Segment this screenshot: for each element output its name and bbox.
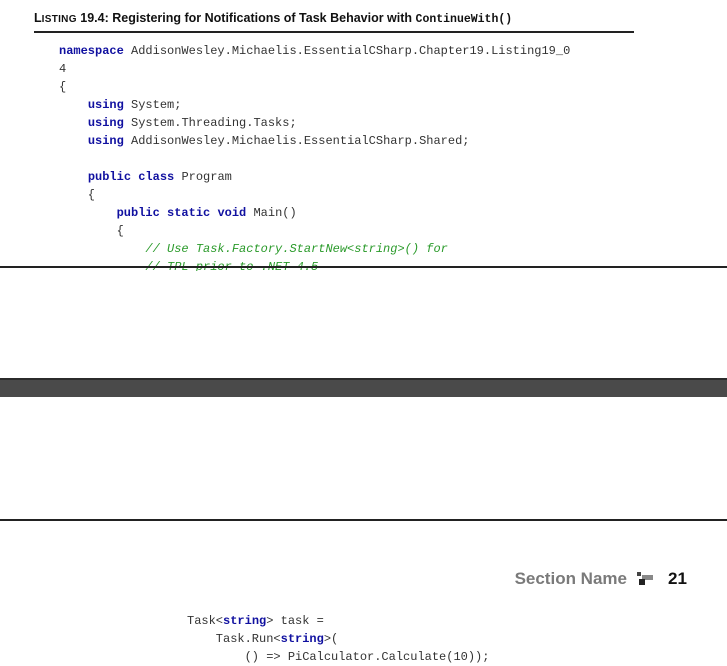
code-text: System; [123, 98, 182, 112]
code-line: public class Program [59, 168, 570, 186]
code-keyword: class [138, 170, 175, 184]
page-gap-band [0, 378, 727, 397]
code-text: () => PiCalculator.Calculate(10)); [187, 650, 490, 664]
code-line: { [59, 186, 570, 204]
code-line: 4 [59, 60, 570, 78]
code-keyword: using [87, 116, 124, 130]
code-text: > task = [266, 614, 324, 628]
code-top-clip: namespace AddisonWesley.Michaelis.Essent… [0, 0, 727, 271]
code-line: using System; [59, 96, 570, 114]
code-text: 4 [59, 62, 67, 76]
code-text: Task< [187, 614, 224, 628]
running-header-section-name: Section Name [514, 569, 627, 588]
code-line: // Use Task.Factory.StartNew<string>() f… [59, 240, 570, 258]
code-keyword: namespace [59, 44, 124, 58]
code-keyword: string [223, 614, 267, 628]
code-keyword: using [87, 98, 124, 112]
code-text: System.Threading.Tasks; [123, 116, 297, 130]
code-line: { [59, 222, 570, 240]
code-block-bottom: Task<string> task = Task.Run<string>( ()… [187, 612, 489, 666]
code-text: Program [174, 170, 232, 184]
code-line: public static void Main() [59, 204, 570, 222]
code-keyword: string [280, 632, 324, 646]
code-text: AddisonWesley.Michaelis.EssentialCSharp.… [123, 44, 571, 58]
code-line: { [59, 78, 570, 96]
page-break-rule-bottom [0, 519, 727, 521]
code-text: { [59, 188, 96, 202]
code-line: using AddisonWesley.Michaelis.EssentialC… [59, 132, 570, 150]
code-text: Main() [246, 206, 297, 220]
code-line: // TPL prior to .NET 4.5 [59, 258, 570, 271]
code-keyword: static [167, 206, 211, 220]
code-block-top: namespace AddisonWesley.Michaelis.Essent… [59, 42, 570, 271]
code-text: { [59, 224, 124, 238]
code-text: >( [323, 632, 339, 646]
code-line: Task<string> task = [187, 612, 489, 630]
code-line: namespace AddisonWesley.Michaelis.Essent… [59, 42, 570, 60]
code-keyword: public [87, 170, 132, 184]
code-keyword: using [87, 134, 124, 148]
page-break-rule-top [0, 266, 727, 268]
code-comment: // Use Task.Factory.StartNew<string>() f… [145, 242, 448, 256]
code-keyword: public [116, 206, 160, 220]
code-line: () => PiCalculator.Calculate(10)); [187, 648, 490, 666]
code-text: Task.Run< [187, 632, 281, 646]
section-marker-icon [637, 572, 653, 585]
code-line: Task.Run<string>( [187, 630, 489, 648]
code-line: using System.Threading.Tasks; [59, 114, 570, 132]
code-text: { [59, 80, 67, 94]
code-keyword: void [217, 206, 247, 220]
page-number: 21 [668, 569, 687, 588]
code-text: AddisonWesley.Michaelis.EssentialCSharp.… [123, 134, 470, 148]
